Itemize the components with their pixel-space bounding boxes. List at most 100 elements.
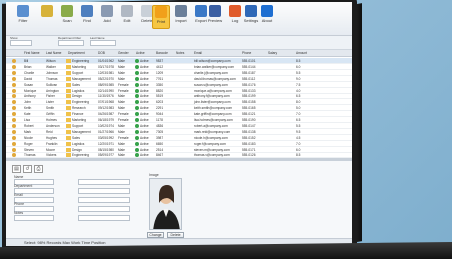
cell-barcode: 4412 <box>156 64 164 69</box>
cell-phone: 555-0158 <box>242 100 256 105</box>
cell-active: Active <box>140 76 149 81</box>
form-field[interactable] <box>78 179 130 185</box>
ribbon-button-edit[interactable]: Edit <box>118 5 136 29</box>
cell-active: Active <box>140 112 149 117</box>
ribbon-button-import[interactable]: Import <box>172 5 190 29</box>
detail-toolbar-save-icon[interactable]: ▤ <box>12 165 21 173</box>
ribbon-button-label: Scan <box>62 18 72 23</box>
ribbon-button-label: Preview <box>207 18 223 23</box>
preview-icon <box>209 5 221 17</box>
ribbon-button-about[interactable]: About <box>258 5 276 29</box>
cell-email: charlie.j@company.com <box>194 70 228 75</box>
cell-amount: 6.0 <box>296 64 301 69</box>
department-filter-dropdown[interactable] <box>58 40 84 46</box>
ribbon-button-scan[interactable]: Scan <box>58 5 76 29</box>
form-field[interactable] <box>78 206 130 212</box>
cell-barcode: 9837 <box>156 59 164 63</box>
column-header[interactable]: Barcode <box>156 51 168 55</box>
cell-barcode: 9044 <box>156 112 164 117</box>
ribbon-button-label: Import <box>175 18 187 23</box>
ribbon-button-print[interactable]: Print <box>152 5 170 29</box>
active-check-icon <box>135 94 139 99</box>
column-header[interactable]: Notes <box>176 51 184 55</box>
cell-first: Thomas <box>24 153 36 158</box>
column-header[interactable]: Gender <box>118 51 129 55</box>
ribbon-button-filter[interactable]: Filter <box>14 5 32 29</box>
cell-dept: Design <box>72 94 82 99</box>
ribbon-button-label: Log <box>231 18 239 23</box>
cell-last: Hughes <box>46 135 57 140</box>
cell-active: Active <box>140 70 149 75</box>
cell-barcode: 8467 <box>156 153 164 158</box>
employee-photo <box>149 178 182 230</box>
active-check-icon <box>135 118 139 122</box>
show-dropdown[interactable] <box>10 40 32 46</box>
cell-phone: 555-0152 <box>242 135 256 140</box>
last-name-filter-input[interactable] <box>90 40 116 46</box>
column-header[interactable]: Department <box>68 51 85 55</box>
detail-toolbar-undo-icon[interactable]: ↺ <box>23 165 32 173</box>
column-header[interactable]: First Name <box>24 51 40 55</box>
form-field[interactable] <box>14 215 54 221</box>
cell-email: nicole.h@company.com <box>194 135 228 140</box>
column-header[interactable]: Phone <box>242 51 251 55</box>
column-header[interactable]: Amount <box>296 51 307 55</box>
ribbon-button-preview[interactable]: Preview <box>206 5 224 29</box>
ribbon-button-label: Edit <box>123 18 131 23</box>
form-field[interactable] <box>78 215 130 221</box>
column-header[interactable]: DOB <box>98 51 105 55</box>
cell-last: Vickers <box>46 153 57 158</box>
print-icon <box>155 6 167 18</box>
cell-dob: 12/03/1981 <box>98 70 114 75</box>
cell-active: Active <box>140 147 149 152</box>
cell-amount: 6.5 <box>296 118 301 122</box>
cell-first: David <box>24 76 33 81</box>
cell-dept: Research <box>72 106 86 111</box>
cell-dept: Management <box>72 76 91 81</box>
cell-dept: Management <box>72 129 91 134</box>
cell-active: Active <box>140 123 149 128</box>
cell-gender: Male <box>118 147 125 152</box>
cell-phone: 555-0171 <box>242 147 256 152</box>
cell-gender: Male <box>118 94 125 99</box>
cell-last: Arrington <box>46 88 59 93</box>
active-check-icon <box>135 129 139 134</box>
active-check-icon <box>135 153 139 158</box>
row-status-icon <box>12 141 16 146</box>
cell-barcode: 4836 <box>156 123 164 128</box>
cell-dob: 06/18/1979 <box>98 118 114 122</box>
cell-phone: 555-0176 <box>242 82 256 87</box>
row-status-icon <box>12 153 16 158</box>
cell-phone: 555-0183 <box>242 141 256 146</box>
ribbon-button-find[interactable]: Find <box>78 5 96 29</box>
cell-phone: 555-0190 <box>242 118 256 122</box>
ribbon-button-add[interactable]: Add <box>98 5 116 29</box>
cell-gender: Female <box>118 118 129 122</box>
ribbon-toolbar: Filter Scan Find Add Edit Delete Print Import Ex… <box>6 2 352 36</box>
row-status-icon <box>12 135 16 140</box>
cell-gender: Male <box>118 123 125 128</box>
active-check-icon <box>135 100 139 105</box>
cell-amount: 4.0 <box>296 88 301 93</box>
detail-toolbar-print-icon[interactable]: ⎙ <box>34 165 43 173</box>
ribbon-button-item[interactable] <box>38 5 56 29</box>
form-field[interactable] <box>78 188 130 194</box>
cell-dob: 07/01/1968 <box>98 100 114 105</box>
department-folder-icon <box>66 64 71 69</box>
row-status-icon <box>12 100 16 105</box>
cell-dob: 03/05/1992 <box>98 135 114 140</box>
form-field[interactable] <box>78 197 130 203</box>
cell-amount: 7.0 <box>296 141 301 146</box>
column-header[interactable]: Active <box>136 51 145 55</box>
cell-dob: 01/04/1962 <box>98 59 114 63</box>
cell-barcode: 3987 <box>156 135 164 140</box>
column-header[interactable]: Salary <box>268 51 277 55</box>
active-check-icon <box>135 88 139 93</box>
column-header[interactable]: Last Name <box>46 51 61 55</box>
department-folder-icon <box>66 70 71 75</box>
employee-grid: First Name Last Name Department DOB Gender Ac… <box>6 50 352 159</box>
row-status-icon <box>12 64 16 69</box>
department-folder-icon <box>66 88 71 93</box>
column-header[interactable]: Email <box>194 51 202 55</box>
department-folder-icon <box>66 100 71 105</box>
